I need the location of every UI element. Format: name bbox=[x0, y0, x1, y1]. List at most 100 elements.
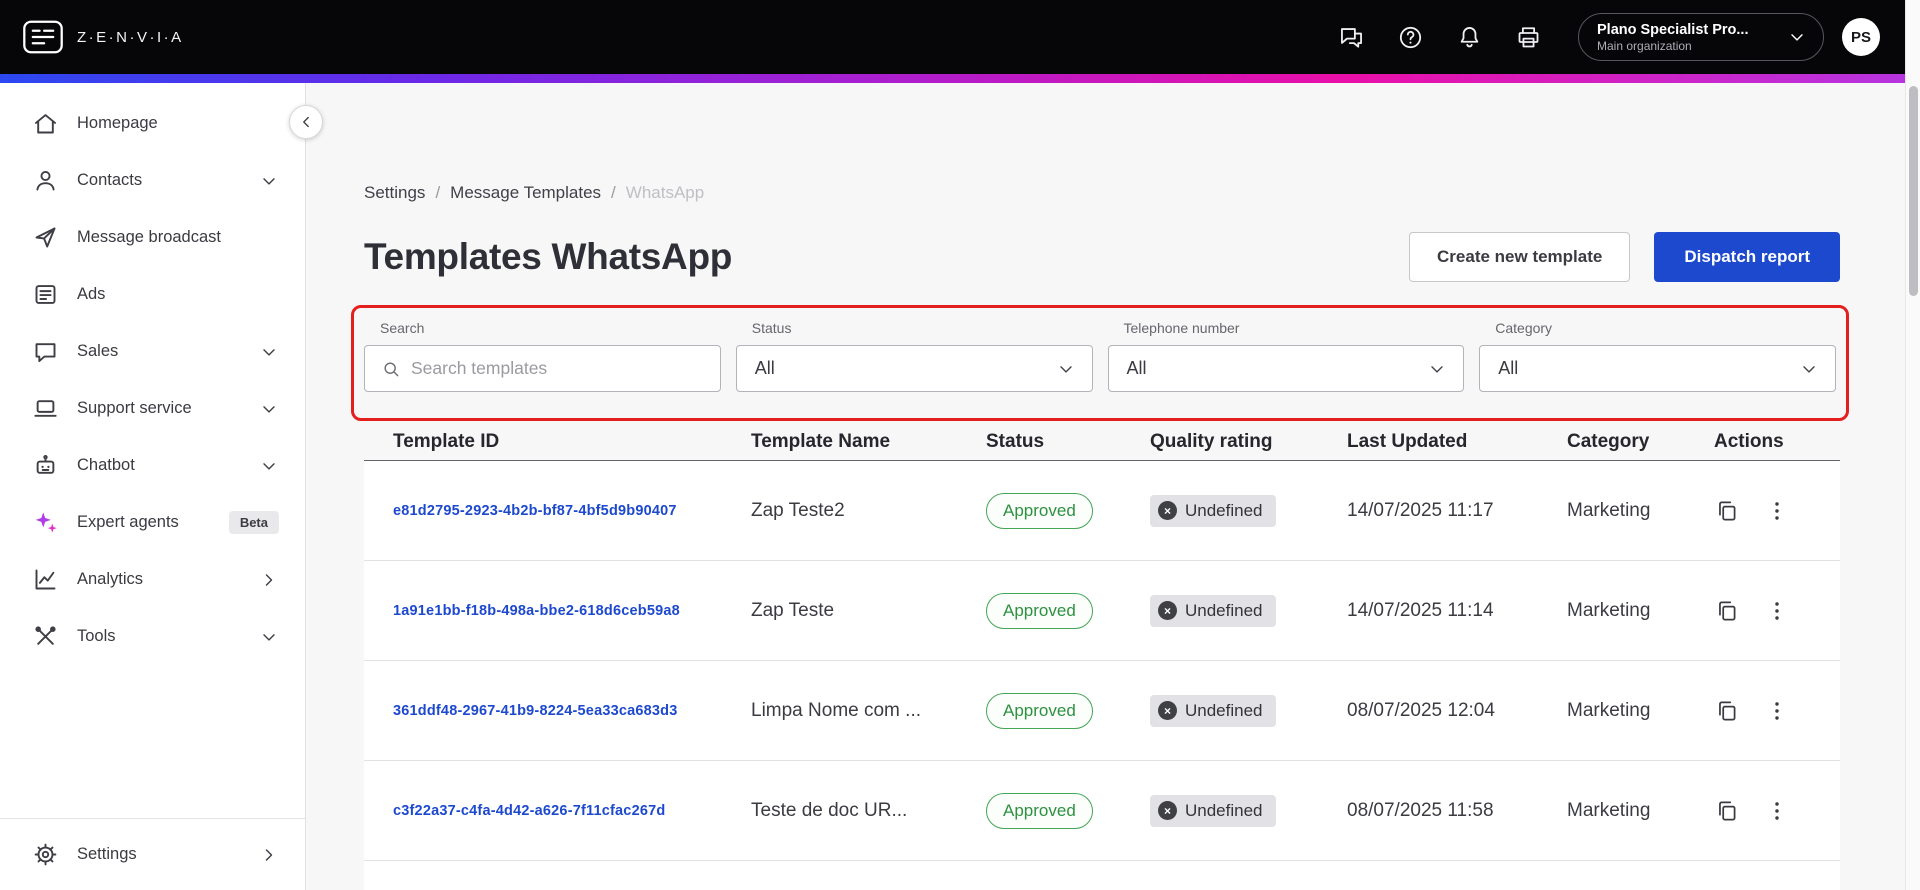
page-title: Templates WhatsApp bbox=[364, 236, 733, 277]
notifications-bell-icon[interactable] bbox=[1456, 24, 1483, 51]
status-badge: Approved bbox=[986, 592, 1093, 629]
chevron-right-icon bbox=[259, 570, 279, 590]
scrollbar-thumb[interactable] bbox=[1909, 86, 1918, 296]
breadcrumb-whatsapp: WhatsApp bbox=[625, 183, 705, 202]
help-icon[interactable] bbox=[1397, 24, 1424, 51]
status-select-value: All bbox=[754, 358, 775, 378]
template-id-link[interactable]: c3f22a37-c4fa-4d42-a626-7f11cfac267d bbox=[393, 803, 665, 819]
quality-rating-label: Undefined bbox=[1185, 800, 1263, 820]
status-label: Status bbox=[751, 320, 792, 336]
print-icon[interactable] bbox=[1515, 24, 1542, 51]
col-template-name: Template Name bbox=[751, 430, 891, 452]
organization-selector[interactable]: Plano Specialist Pro... Main organizatio… bbox=[1578, 13, 1824, 61]
robot-icon bbox=[32, 452, 59, 479]
sidebar-nav: Homepage Contacts Message broadcast Ads … bbox=[0, 83, 305, 665]
category-cell: Marketing bbox=[1567, 799, 1651, 821]
category-select[interactable]: All bbox=[1479, 345, 1836, 392]
copy-icon[interactable] bbox=[1714, 498, 1740, 524]
filter-category: Category All bbox=[1479, 320, 1836, 392]
tools-icon bbox=[32, 623, 59, 650]
quality-rating-label: Undefined bbox=[1185, 600, 1263, 620]
topbar: Z·E·N·V·I·A Plano Specialist Pro... Main… bbox=[0, 0, 1920, 74]
breadcrumb-settings[interactable]: Settings bbox=[364, 183, 425, 203]
breadcrumb-message-templates[interactable]: Message Templates bbox=[450, 183, 601, 203]
status-badge: Approved bbox=[986, 492, 1093, 529]
last-updated-cell: 14/07/2025 11:17 bbox=[1347, 499, 1494, 521]
quality-rating-badge: × Undefined bbox=[1150, 494, 1276, 527]
brand-gradient-bar bbox=[0, 74, 1920, 83]
template-id-link[interactable]: e81d2795-2923-4b2b-bf87-4bf5d9b90407 bbox=[393, 503, 677, 519]
chevron-right-icon bbox=[259, 845, 279, 865]
kebab-menu-icon[interactable] bbox=[1764, 798, 1790, 824]
kebab-menu-icon[interactable] bbox=[1764, 598, 1790, 624]
kebab-menu-icon[interactable] bbox=[1764, 698, 1790, 724]
chevron-down-icon bbox=[259, 399, 279, 419]
conversations-icon[interactable] bbox=[1338, 24, 1365, 51]
table-row-partial bbox=[364, 861, 1840, 890]
chevron-down-icon bbox=[1056, 359, 1076, 379]
sidebar-item-ads[interactable]: Ads bbox=[0, 266, 305, 323]
chevron-down-icon bbox=[1799, 359, 1819, 379]
sidebar-item-chatbot[interactable]: Chatbot bbox=[0, 437, 305, 494]
create-template-button[interactable]: Create new template bbox=[1409, 232, 1631, 282]
filter-telephone-number: Telephone number All bbox=[1107, 320, 1465, 392]
sidebar-item-expert-agents[interactable]: Expert agents Beta bbox=[0, 494, 305, 551]
title-actions: Create new template Dispatch report bbox=[1409, 232, 1840, 282]
chart-icon bbox=[32, 566, 59, 593]
sidebar-item-homepage[interactable]: Homepage bbox=[0, 95, 305, 152]
telephone-number-select[interactable]: All bbox=[1107, 345, 1465, 392]
person-icon bbox=[32, 167, 59, 194]
breadcrumb: Settings / Message Templates / WhatsApp bbox=[364, 183, 1840, 203]
dispatch-report-button[interactable]: Dispatch report bbox=[1654, 232, 1840, 282]
sidebar-item-label: Expert agents bbox=[77, 513, 179, 531]
search-input[interactable] bbox=[411, 358, 720, 379]
sidebar-item-tools[interactable]: Tools bbox=[0, 608, 305, 665]
sidebar-item-sales[interactable]: Sales bbox=[0, 323, 305, 380]
actions-cell bbox=[1714, 498, 1840, 524]
table-header: Template ID Template Name Status Quality… bbox=[364, 423, 1840, 461]
sidebar-item-label: Settings bbox=[77, 845, 137, 863]
kebab-menu-icon[interactable] bbox=[1764, 498, 1790, 524]
user-avatar[interactable]: PS bbox=[1842, 18, 1880, 56]
copy-icon[interactable] bbox=[1714, 698, 1740, 724]
chevron-down-icon bbox=[259, 627, 279, 647]
sidebar-item-label: Homepage bbox=[77, 114, 158, 132]
sidebar-item-label: Ads bbox=[77, 285, 106, 303]
x-circle-icon: × bbox=[1158, 601, 1177, 620]
zenvia-logo[interactable]: Z·E·N·V·I·A bbox=[22, 20, 184, 54]
filter-status: Status All bbox=[735, 320, 1093, 392]
table-row: 1a91e1bb-f18b-498a-bbe2-618d6ceb59a8 Zap… bbox=[364, 561, 1840, 661]
category-label: Category bbox=[1495, 320, 1553, 336]
chevron-left-icon bbox=[297, 113, 315, 131]
send-icon bbox=[32, 224, 59, 251]
category-select-value: All bbox=[1498, 358, 1519, 378]
organization-text: Plano Specialist Pro... Main organizatio… bbox=[1597, 21, 1749, 54]
sidebar-item-support-service[interactable]: Support service bbox=[0, 380, 305, 437]
sidebar-item-message-broadcast[interactable]: Message broadcast bbox=[0, 209, 305, 266]
template-name-cell: Teste de doc UR... bbox=[751, 799, 908, 821]
sidebar-item-label: Support service bbox=[77, 399, 192, 417]
table-row: 361ddf48-2967-41b9-8224-5ea33ca683d3 Lim… bbox=[364, 661, 1840, 761]
page-scrollbar[interactable] bbox=[1905, 0, 1920, 890]
status-select[interactable]: All bbox=[735, 345, 1093, 392]
sidebar-item-label: Analytics bbox=[77, 570, 144, 588]
copy-icon[interactable] bbox=[1714, 598, 1740, 624]
template-id-link[interactable]: 1a91e1bb-f18b-498a-bbe2-618d6ceb59a8 bbox=[393, 603, 680, 619]
last-updated-cell: 08/07/2025 12:04 bbox=[1347, 699, 1495, 721]
sidebar-item-settings[interactable]: Settings bbox=[0, 818, 305, 890]
table-row: c3f22a37-c4fa-4d42-a626-7f11cfac267d Tes… bbox=[364, 761, 1840, 861]
gear-icon bbox=[32, 841, 59, 868]
col-quality-rating: Quality rating bbox=[1150, 430, 1273, 452]
template-id-link[interactable]: 361ddf48-2967-41b9-8224-5ea33ca683d3 bbox=[393, 703, 678, 719]
sparkles-icon bbox=[32, 509, 59, 536]
status-badge: Approved bbox=[986, 792, 1093, 829]
actions-cell bbox=[1714, 798, 1840, 824]
sidebar-item-analytics[interactable]: Analytics bbox=[0, 551, 305, 608]
filter-search: Search bbox=[364, 320, 721, 392]
sidebar-item-contacts[interactable]: Contacts bbox=[0, 152, 305, 209]
copy-icon[interactable] bbox=[1714, 798, 1740, 824]
sidebar-collapse-button[interactable] bbox=[289, 105, 323, 139]
actions-cell bbox=[1714, 598, 1840, 624]
chevron-down-icon bbox=[1427, 359, 1447, 379]
last-updated-cell: 14/07/2025 11:14 bbox=[1347, 599, 1494, 621]
